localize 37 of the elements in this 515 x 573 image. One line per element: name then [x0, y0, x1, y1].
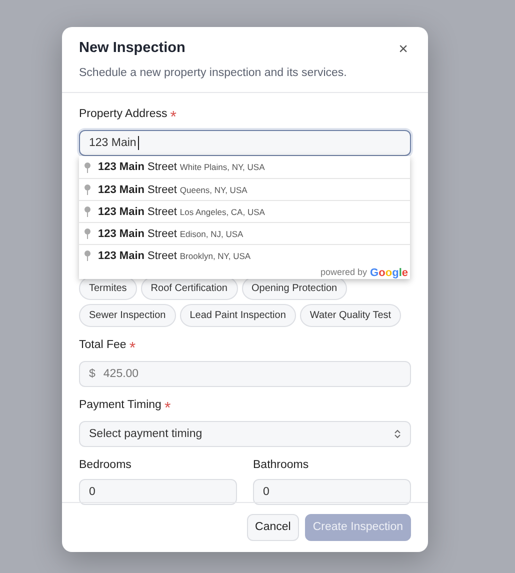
suggestion-item[interactable]: 123 Main Street Los Angeles, CA, USA: [79, 200, 410, 222]
dialog-title: New Inspection: [79, 40, 186, 58]
field-label: Property Address: [79, 107, 168, 122]
cancel-button[interactable]: Cancel: [247, 514, 299, 541]
suggestion-item[interactable]: 123 Main Street Brooklyn, NY, USA: [79, 244, 410, 266]
fee-field[interactable]: $ 425.00: [79, 361, 411, 388]
service-chip[interactable]: Water Quality Test: [300, 304, 402, 328]
service-chip[interactable]: Lead Paint Inspection: [180, 304, 296, 328]
fee-input[interactable]: 425.00: [103, 366, 401, 384]
google-logo: Google: [370, 266, 408, 281]
suggestion-item[interactable]: 123 Main Street Edison, NJ, USA: [79, 222, 410, 244]
address-field[interactable]: 123 Main: [79, 130, 411, 156]
attribution-text: powered by: [320, 266, 368, 280]
field-label: Total Fee: [79, 338, 126, 354]
pin-icon: [84, 250, 91, 262]
field-label: Bathrooms: [253, 458, 309, 474]
suggestion-item[interactable]: 123 Main Street Queens, NY, USA: [79, 178, 410, 200]
dialog-subtitle: Schedule a new property inspection and its services.: [79, 66, 348, 82]
chevron-updown-icon: [394, 429, 401, 440]
service-chip[interactable]: Opening Protection: [242, 277, 348, 300]
number-field[interactable]: 0: [253, 478, 411, 505]
required-mark: *: [129, 339, 136, 360]
service-chip[interactable]: Sewer Inspection: [79, 304, 176, 328]
required-mark: *: [170, 108, 176, 128]
pin-icon: [84, 184, 91, 196]
number-field[interactable]: 0: [79, 478, 237, 505]
required-mark: *: [164, 399, 171, 420]
pin-icon: [84, 228, 91, 240]
pin-icon: [84, 162, 91, 173]
pin-icon: [84, 206, 91, 218]
field-label: Payment Timing: [79, 398, 162, 414]
service-chip[interactable]: Termites: [79, 277, 137, 300]
close-button[interactable]: ×: [396, 40, 411, 60]
field-label: Bedrooms: [79, 458, 132, 474]
payment-select[interactable]: Select payment timing: [79, 421, 411, 448]
suggestion-item[interactable]: 123 Main Street White Plains, NY, USA: [79, 156, 410, 178]
service-chip[interactable]: Roof Certification: [140, 277, 238, 300]
